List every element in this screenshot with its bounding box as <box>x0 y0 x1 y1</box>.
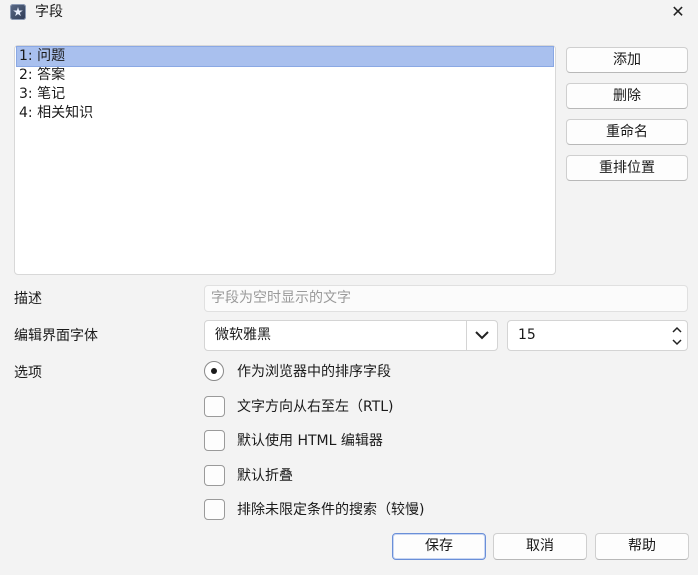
field-list[interactable]: 1: 问题 2: 答案 3: 笔记 4: 相关知识 <box>14 45 556 275</box>
window-title: 字段 <box>35 4 63 20</box>
close-icon[interactable]: ✕ <box>666 1 690 23</box>
field-item-notes[interactable]: 3: 笔记 <box>17 85 553 104</box>
rename-field-button[interactable]: 重命名 <box>566 119 688 145</box>
fields-dialog: 字段 ✕ 1: 问题 2: 答案 3: 笔记 4: 相关知识 添加 删除 重命名… <box>0 0 698 575</box>
editor-font-label: 编辑界面字体 <box>14 328 98 344</box>
field-item-answer[interactable]: 2: 答案 <box>17 66 553 85</box>
chevron-down-icon <box>475 331 489 340</box>
chevron-down-icon[interactable] <box>671 336 683 348</box>
chevron-up-icon[interactable] <box>671 324 683 336</box>
help-button[interactable]: 帮助 <box>595 533 689 560</box>
rtl-label: 文字方向从右至左（RTL) <box>237 399 394 415</box>
exclude-search-label: 排除未限定条件的搜索（较慢) <box>237 502 425 518</box>
title-bar: 字段 ✕ <box>0 0 698 26</box>
app-icon <box>10 4 26 20</box>
html-editor-label: 默认使用 HTML 编辑器 <box>237 433 383 449</box>
collapse-checkbox[interactable] <box>204 465 225 486</box>
font-size-spinbox[interactable]: 15 <box>507 320 688 351</box>
html-editor-checkbox[interactable] <box>204 430 225 451</box>
description-input[interactable]: 字段为空时显示的文字 <box>204 285 688 312</box>
reposition-field-button[interactable]: 重排位置 <box>566 155 688 181</box>
options-label: 选项 <box>14 365 42 381</box>
sort-field-radio[interactable] <box>204 361 224 381</box>
font-family-select[interactable]: 微软雅黑 <box>204 320 498 351</box>
font-size-value: 15 <box>518 327 536 343</box>
collapse-label: 默认折叠 <box>237 468 293 484</box>
field-item-question[interactable]: 1: 问题 <box>16 46 554 67</box>
save-button[interactable]: 保存 <box>392 533 486 560</box>
cancel-button[interactable]: 取消 <box>493 533 587 560</box>
font-family-value: 微软雅黑 <box>215 327 271 343</box>
delete-field-button[interactable]: 删除 <box>566 83 688 109</box>
sort-field-label: 作为浏览器中的排序字段 <box>237 364 391 380</box>
description-label: 描述 <box>14 291 42 307</box>
exclude-search-checkbox[interactable] <box>204 499 225 520</box>
add-field-button[interactable]: 添加 <box>566 47 688 73</box>
dropdown-button[interactable] <box>466 321 497 350</box>
field-item-related-knowledge[interactable]: 4: 相关知识 <box>17 104 553 123</box>
rtl-checkbox[interactable] <box>204 396 225 417</box>
